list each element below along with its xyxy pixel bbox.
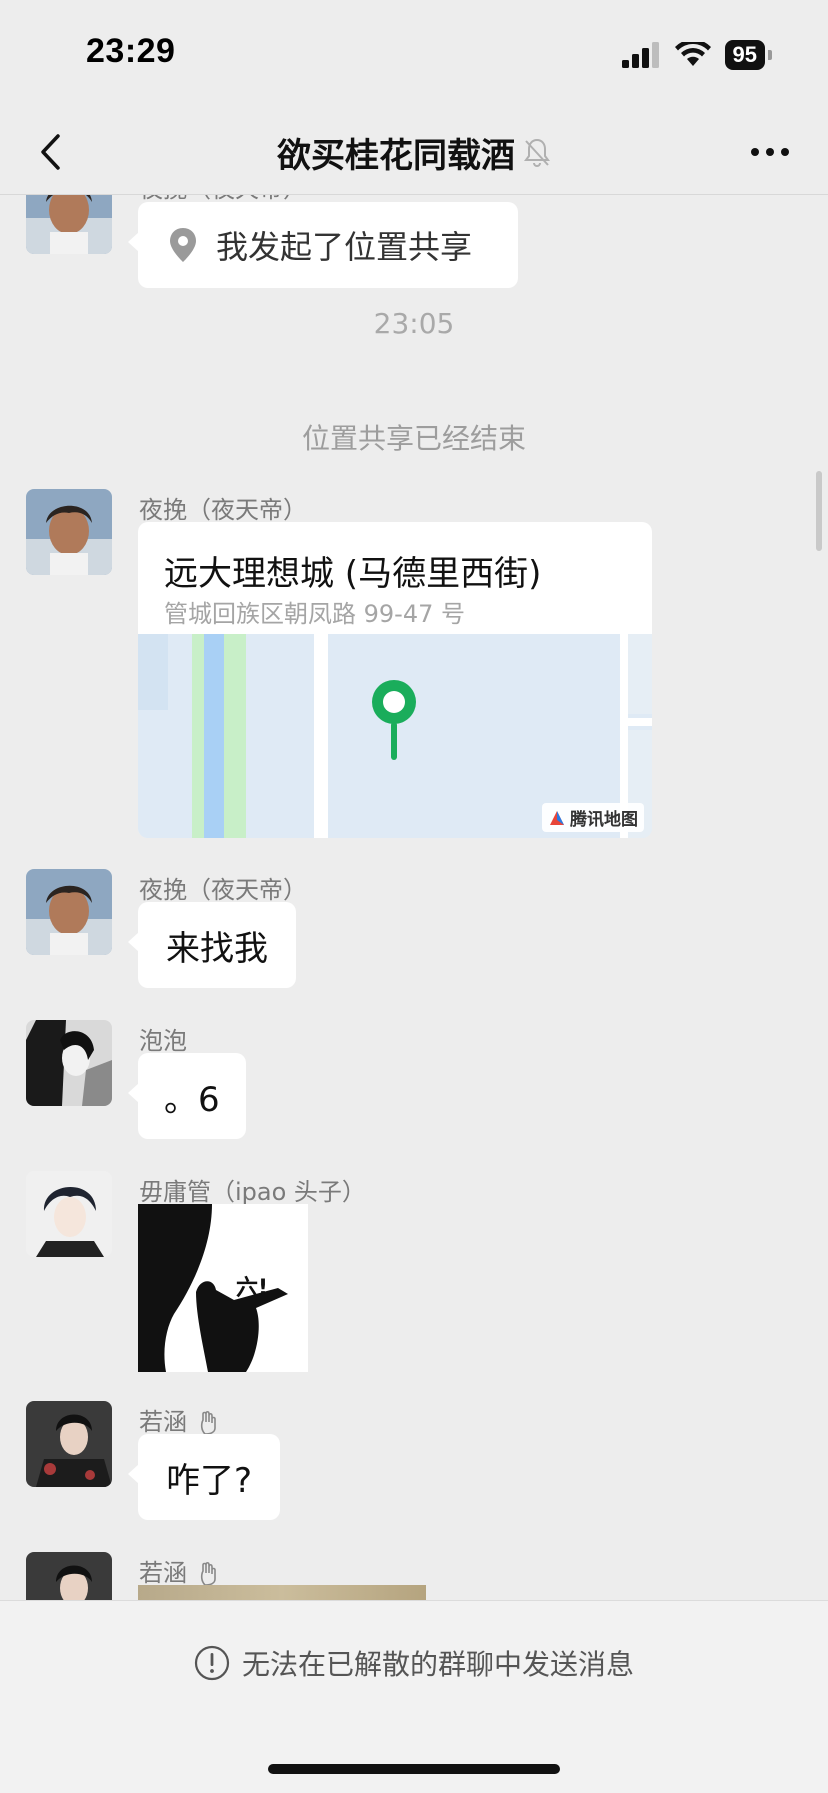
alert-circle-icon xyxy=(194,1645,230,1681)
location-card[interactable]: 远大理想城 (马德里西街) 管城回族区朝凤路 99-47 号 腾讯地图 xyxy=(138,522,652,838)
sender-name: 毋庸管（ipao 头子） xyxy=(139,1178,366,1206)
status-bar: 23:29 95 xyxy=(0,0,828,110)
chat-scroll-area[interactable]: 夜挽（夜天帝） 我发起了位置共享 23:05 位置共享已经结束 夜挽（夜天帝） xyxy=(0,195,828,1600)
hand-badge-icon xyxy=(200,1410,216,1435)
sticker-text: 六! xyxy=(236,1276,269,1301)
disabled-text: 无法在已解散的群聊中发送消息 xyxy=(241,1648,634,1681)
sender-name-text: 若涵 xyxy=(139,1559,187,1587)
nav-title-group: 欲买桂花同载酒 xyxy=(0,110,828,194)
sender-name: 夜挽（夜天帝） xyxy=(139,876,307,904)
image-message[interactable] xyxy=(138,1585,426,1600)
chat-title: 欲买桂花同载酒 xyxy=(277,135,515,176)
location-pin-icon xyxy=(170,228,196,262)
map-pin-icon xyxy=(372,680,416,760)
message-text: 咋了? xyxy=(166,1460,253,1501)
location-share-bubble[interactable]: 我发起了位置共享 xyxy=(128,202,518,288)
text-bubble[interactable]: 来找我 xyxy=(128,902,296,988)
sticker-graphic xyxy=(138,1204,308,1372)
avatar[interactable] xyxy=(26,1401,112,1487)
sticker-image[interactable]: 六! xyxy=(138,1204,308,1372)
avatar[interactable] xyxy=(26,869,112,955)
sender-name: 若涵 xyxy=(139,1402,223,1437)
input-disabled-bar: 无法在已解散的群聊中发送消息 xyxy=(0,1600,828,1793)
avatar[interactable] xyxy=(26,489,112,575)
wifi-icon xyxy=(674,42,711,66)
map-credit: 腾讯地图 xyxy=(542,803,644,832)
message-text: 。6 xyxy=(164,1079,220,1120)
map-credit-text: 腾讯地图 xyxy=(570,810,638,830)
avatar[interactable] xyxy=(26,195,112,254)
nav-bar: 欲买桂花同载酒 xyxy=(0,110,828,195)
hand-badge-icon xyxy=(200,1561,216,1586)
more-dots-icon xyxy=(751,148,789,156)
message-text: 我发起了位置共享 xyxy=(216,228,473,266)
scrollbar[interactable] xyxy=(816,471,822,551)
home-indicator[interactable] xyxy=(268,1764,560,1774)
battery-indicator: 95 xyxy=(724,40,765,70)
disabled-notice: 无法在已解散的群聊中发送消息 xyxy=(0,1643,828,1683)
sender-name: 泡泡 xyxy=(139,1027,187,1055)
location-address: 管城回族区朝凤路 99-47 号 xyxy=(164,600,465,628)
bell-muted-icon xyxy=(523,137,551,167)
sender-name: 若涵 xyxy=(139,1553,223,1588)
location-map[interactable]: 腾讯地图 xyxy=(138,634,652,838)
location-title: 远大理想城 (马德里西街) xyxy=(164,554,542,594)
avatar[interactable] xyxy=(26,1552,112,1600)
more-button[interactable] xyxy=(748,132,792,172)
signal-icon xyxy=(621,42,659,68)
message-text: 来找我 xyxy=(166,928,268,969)
text-bubble[interactable]: 咋了? xyxy=(127,1434,281,1520)
tencent-map-logo-icon xyxy=(550,810,564,825)
status-indicators: 95 xyxy=(621,38,772,72)
system-message: 位置共享已经结束 xyxy=(301,422,526,455)
sender-name: 夜挽（夜天帝） xyxy=(139,496,307,524)
battery-cap xyxy=(768,50,772,60)
avatar[interactable] xyxy=(26,1020,112,1106)
avatar[interactable] xyxy=(26,1171,112,1257)
sender-name-text: 若涵 xyxy=(139,1408,187,1436)
status-time: 23:29 xyxy=(86,32,176,70)
time-divider: 23:05 xyxy=(373,307,455,340)
text-bubble[interactable]: 。6 xyxy=(128,1053,246,1139)
